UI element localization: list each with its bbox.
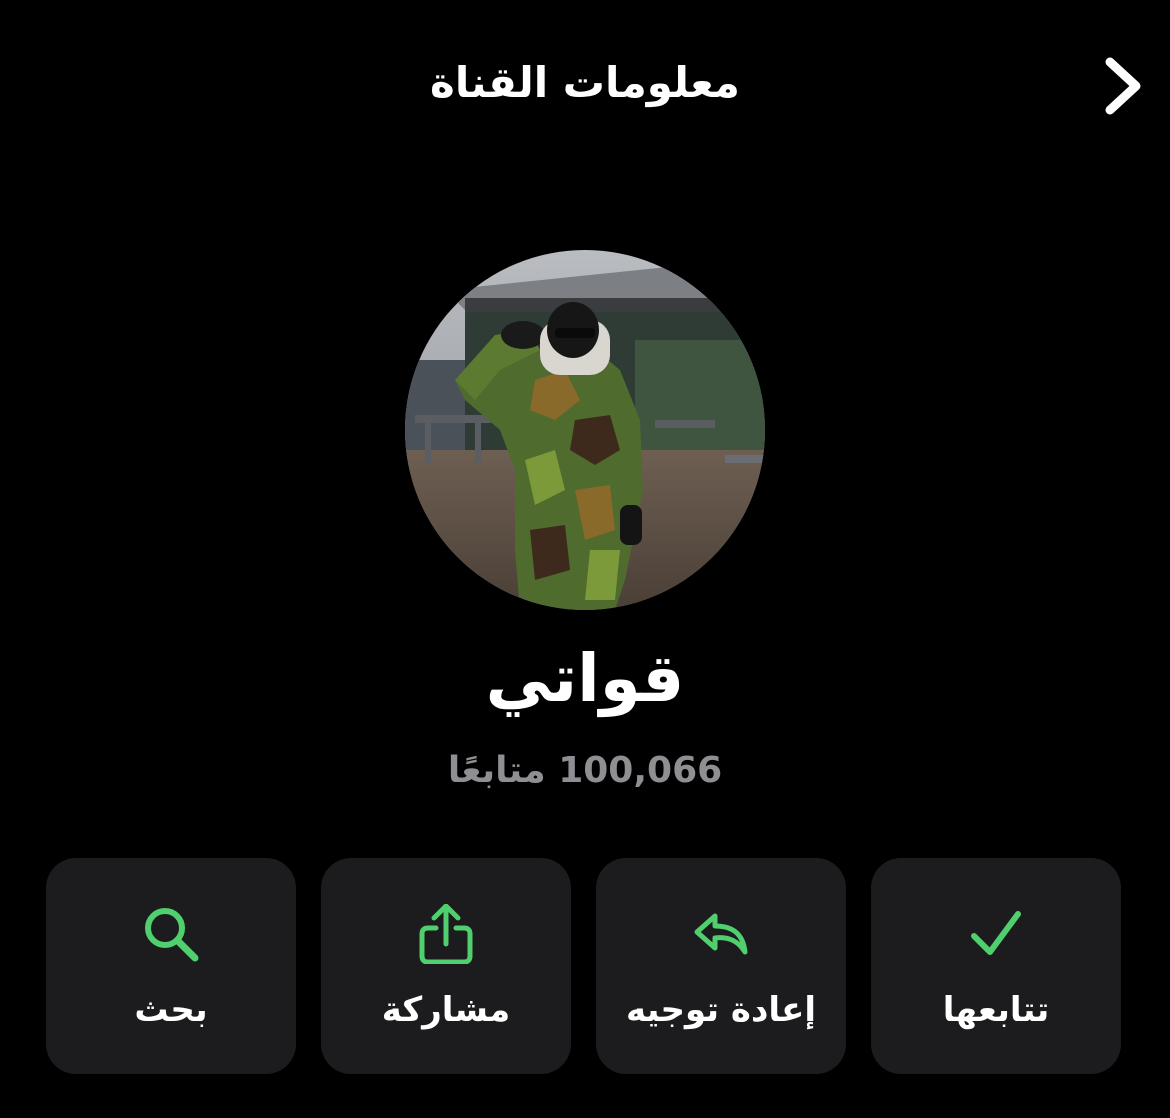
followers-count: 100,066 متابعًا — [447, 750, 723, 791]
following-label: تتابعها — [942, 990, 1050, 1030]
channel-avatar — [405, 250, 765, 610]
action-bar: تتابعها إعادة توجيه مشاركة بحث — [46, 858, 1121, 1074]
forward-button[interactable]: إعادة توجيه — [596, 858, 846, 1074]
forward-arrow-icon — [694, 913, 748, 955]
header-bar: معلومات القناة — [0, 40, 1170, 132]
following-button[interactable]: تتابعها — [871, 858, 1121, 1074]
share-icon — [419, 904, 473, 964]
search-button[interactable]: بحث — [46, 858, 296, 1074]
channel-name: قواتي — [485, 640, 685, 717]
forward-label: إعادة توجيه — [625, 990, 817, 1030]
share-label: مشاركة — [381, 990, 511, 1030]
chevron-right-icon — [1105, 57, 1141, 115]
share-button[interactable]: مشاركة — [321, 858, 571, 1074]
search-icon — [145, 908, 199, 962]
back-button[interactable] — [1098, 54, 1148, 118]
checkmark-icon — [971, 911, 1021, 955]
page-title: معلومات القناة — [430, 58, 740, 107]
search-label: بحث — [134, 990, 208, 1030]
